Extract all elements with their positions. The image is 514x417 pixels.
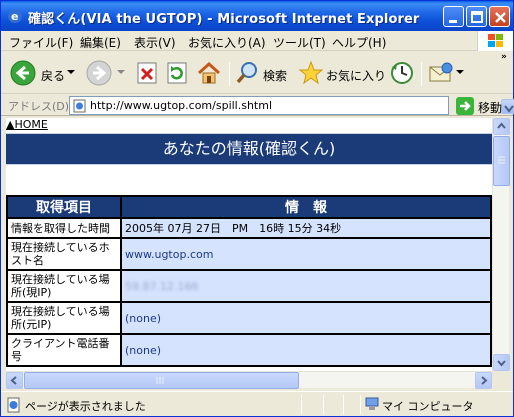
status-separator bbox=[301, 395, 302, 414]
vertical-scroll-thumb[interactable] bbox=[493, 136, 510, 186]
status-separator bbox=[360, 395, 361, 414]
stop-icon[interactable] bbox=[135, 59, 159, 87]
grip-icon bbox=[498, 156, 505, 164]
row-value: www.ugtop.com bbox=[120, 237, 492, 271]
close-icon bbox=[495, 12, 506, 23]
row-value: (none) bbox=[120, 301, 492, 335]
home-icon[interactable] bbox=[195, 59, 223, 87]
chevron-right-icon bbox=[481, 376, 488, 385]
table-row: クライアント電話番号 (none) bbox=[6, 333, 492, 367]
scroll-left-button[interactable] bbox=[6, 372, 23, 389]
menu-help[interactable]: ヘルプ(H) bbox=[332, 34, 386, 51]
window-title: 確認くん(VIA the UGTOP) - Microsoft Internet… bbox=[28, 12, 420, 27]
svg-text:e: e bbox=[11, 10, 18, 23]
page-content: ▲HOME あなたの情報(確認くん) 取得項目 情 報 情報を取得した時間 20… bbox=[6, 118, 492, 371]
row-key: クライアント電話番号 bbox=[6, 333, 122, 367]
table-header-item: 取得項目 bbox=[6, 195, 122, 219]
grip-icon bbox=[156, 377, 164, 384]
refresh-icon[interactable] bbox=[165, 59, 189, 87]
my-computer-icon bbox=[365, 397, 379, 410]
security-zone: マイ コンピュータ bbox=[382, 400, 474, 413]
row-key: 情報を取得した時間 bbox=[6, 217, 122, 239]
menu-file[interactable]: ファイル(F) bbox=[9, 34, 73, 51]
row-value-cell: 59.87.12.166 bbox=[120, 269, 492, 303]
table-row: 現在接続しているホスト名 www.ugtop.com bbox=[6, 237, 492, 271]
horizontal-scroll-thumb[interactable] bbox=[24, 372, 299, 389]
forward-dropdown-icon[interactable] bbox=[117, 64, 125, 92]
table-row: 現在接続している場所(元IP) (none) bbox=[6, 301, 492, 335]
scrollbar-corner bbox=[492, 371, 509, 388]
favorites-button-label[interactable]: お気に入り bbox=[326, 67, 386, 84]
search-button-label[interactable]: 検索 bbox=[263, 67, 287, 84]
ie-app-icon: e bbox=[8, 9, 22, 23]
row-value: 59.87.12.166 bbox=[125, 279, 199, 293]
forward-arrow-icon[interactable] bbox=[85, 59, 113, 87]
status-separator bbox=[323, 395, 324, 414]
toolbar: 戻る 検索 お気に入り bbox=[1, 52, 513, 94]
mail-icon[interactable] bbox=[427, 59, 455, 87]
toolbar-overflow-chevron[interactable]: » bbox=[501, 52, 507, 62]
scroll-right-button[interactable] bbox=[475, 372, 492, 389]
history-icon[interactable] bbox=[389, 59, 415, 87]
chevron-down-icon bbox=[497, 360, 506, 367]
menu-favorites[interactable]: お気に入り(A) bbox=[188, 34, 266, 51]
address-input[interactable]: http://www.ugtop.com/spill.shtml bbox=[69, 96, 514, 115]
row-value: 2005年 07月 27日 PM 16時 15分 34秒 bbox=[120, 217, 492, 239]
address-url[interactable]: http://www.ugtop.com/spill.shtml bbox=[90, 99, 272, 112]
go-arrow-icon bbox=[456, 97, 474, 115]
mail-dropdown-icon[interactable] bbox=[456, 64, 464, 92]
page-done-icon bbox=[7, 397, 20, 413]
status-text: ページが表示されました bbox=[25, 400, 146, 413]
vertical-scrollbar[interactable] bbox=[492, 118, 510, 371]
toolbar-separator bbox=[229, 62, 230, 86]
scroll-up-button[interactable] bbox=[493, 118, 510, 135]
back-button-label[interactable]: 戻る bbox=[41, 67, 65, 84]
home-link[interactable]: ▲HOME bbox=[6, 118, 48, 131]
title-bar[interactable]: e 確認くん(VIA the UGTOP) - Microsoft Intern… bbox=[1, 1, 513, 31]
row-key: 現在接続している場所(元IP) bbox=[6, 301, 122, 335]
table-row: 現在接続している場所(現IP) 59.87.12.166 bbox=[6, 269, 492, 303]
search-icon[interactable] bbox=[235, 59, 261, 87]
toolbar-separator bbox=[421, 62, 422, 86]
table-header-info: 情 報 bbox=[120, 195, 492, 219]
maximize-button[interactable] bbox=[466, 6, 487, 27]
page-spacer bbox=[6, 165, 492, 195]
status-separator bbox=[343, 395, 344, 414]
scroll-down-button[interactable] bbox=[493, 354, 510, 371]
windows-logo-icon bbox=[477, 31, 513, 51]
menu-tools[interactable]: ツール(T) bbox=[273, 34, 326, 51]
back-arrow-icon[interactable] bbox=[9, 59, 37, 87]
table-row: 情報を取得した時間 2005年 07月 27日 PM 16時 15分 34秒 bbox=[6, 217, 492, 239]
close-button[interactable] bbox=[489, 6, 510, 27]
address-label: アドレス(D) bbox=[8, 100, 70, 113]
table-header-row: 取得項目 情 報 bbox=[6, 195, 492, 219]
menu-edit[interactable]: 編集(E) bbox=[80, 34, 121, 51]
maximize-icon bbox=[471, 11, 483, 23]
go-button[interactable]: 移動 bbox=[456, 97, 514, 115]
page-title: あなたの情報(確認くん) bbox=[6, 133, 492, 165]
address-bar: アドレス(D) http://www.ugtop.com/spill.shtml… bbox=[1, 94, 514, 116]
favorites-star-icon[interactable] bbox=[298, 59, 324, 87]
status-bar: ページが表示されました マイ コンピュータ bbox=[1, 391, 513, 416]
page-icon bbox=[73, 99, 86, 113]
horizontal-scrollbar[interactable] bbox=[6, 371, 492, 389]
browser-window: e 確認くん(VIA the UGTOP) - Microsoft Intern… bbox=[0, 0, 514, 417]
minimize-button[interactable] bbox=[443, 6, 464, 27]
menu-bar: ファイル(F) 編集(E) 表示(V) お気に入り(A) ツール(T) ヘルプ(… bbox=[1, 31, 513, 51]
chevron-up-icon bbox=[497, 122, 506, 129]
row-value: (none) bbox=[120, 333, 492, 367]
chevron-left-icon bbox=[10, 376, 17, 385]
go-button-label: 移動 bbox=[478, 101, 503, 115]
info-table: 取得項目 情 報 情報を取得した時間 2005年 07月 27日 PM 16時 … bbox=[6, 195, 492, 367]
row-key: 現在接続している場所(現IP) bbox=[6, 269, 122, 303]
back-dropdown-icon[interactable] bbox=[67, 64, 75, 92]
menu-view[interactable]: 表示(V) bbox=[134, 34, 176, 51]
row-key: 現在接続しているホスト名 bbox=[6, 237, 122, 271]
minimize-icon bbox=[449, 20, 457, 23]
